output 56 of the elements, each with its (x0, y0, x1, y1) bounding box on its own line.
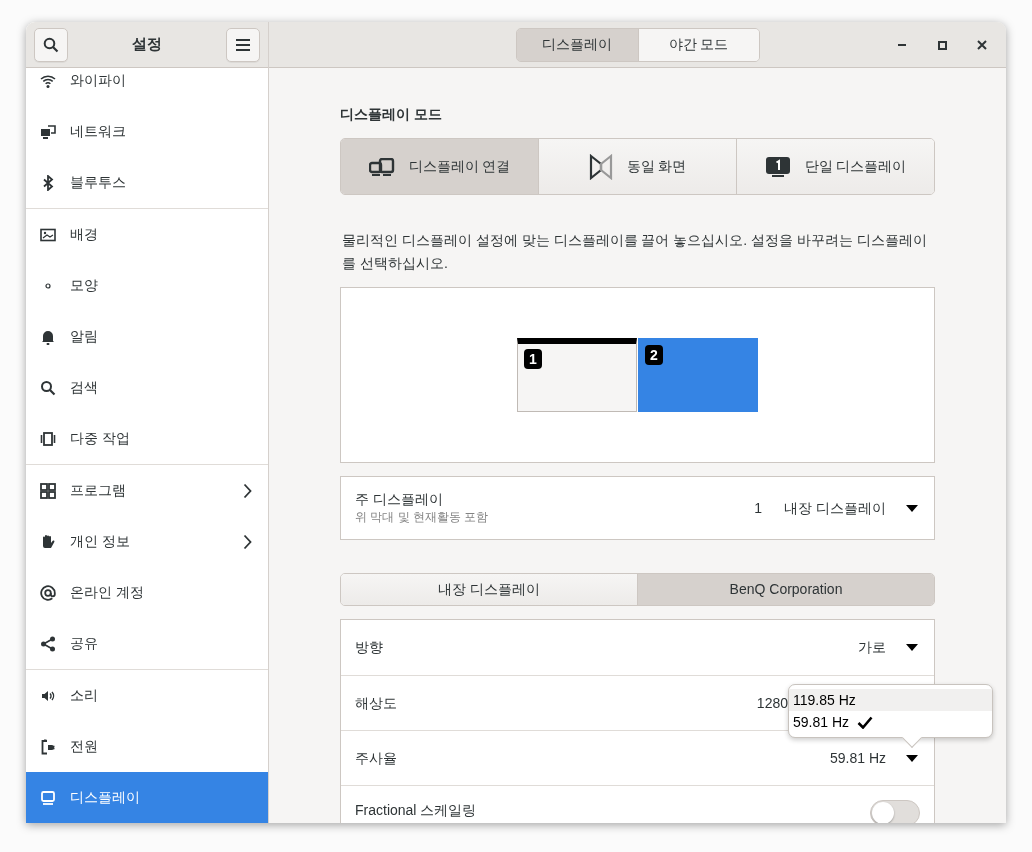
display-mode-button[interactable]: 단일 디스플레이 (736, 139, 934, 194)
monitor-tile[interactable]: 2 (638, 338, 758, 412)
row-label: 주 디스플레이 (355, 490, 444, 508)
search-button[interactable] (34, 27, 68, 62)
maximize-icon (937, 40, 947, 50)
at-sign-icon (40, 584, 56, 601)
mirror-icon (588, 153, 613, 180)
monitor-tile[interactable]: 1 (517, 338, 637, 412)
display-mode-button[interactable]: 디스플레이 연결 (341, 139, 538, 194)
dropdown-arrow-icon (906, 504, 918, 512)
row-subtitle: 위 막대 및 현재활동 포함 (355, 509, 490, 526)
toggle-switch[interactable] (870, 800, 920, 823)
setting-dropdown[interactable]: 59.81 Hz (827, 747, 920, 769)
hand-icon (40, 533, 56, 550)
dropdown-arrow-icon (906, 754, 918, 762)
bell-icon (40, 328, 56, 345)
setting-label: 방향 (355, 638, 384, 657)
checkmark-icon (857, 715, 874, 729)
chevron-right-icon (243, 533, 252, 550)
close-icon (977, 40, 987, 50)
display-tab[interactable]: BenQ Corporation (637, 574, 934, 605)
display-mode-button[interactable]: 동일 화면 (538, 139, 736, 194)
view-tab[interactable]: 디스플레이 (516, 28, 638, 61)
minimize-icon (898, 44, 906, 46)
monitor-number: 2 (645, 345, 663, 365)
single-monitor-icon (764, 155, 791, 178)
menu-icon (235, 37, 251, 52)
menu-button[interactable] (226, 27, 260, 62)
search-icon (40, 379, 56, 396)
two-monitors-icon (368, 157, 395, 176)
popover-option[interactable]: 119.85 Hz (789, 689, 992, 711)
section-heading: 디스플레이 모드 (340, 105, 443, 124)
popover-option[interactable]: 59.81 Hz (789, 711, 992, 733)
setting-label: 주사율 (355, 748, 398, 768)
wifi-icon (40, 72, 56, 89)
view-tab[interactable]: 야간 모드 (637, 28, 759, 61)
setting-value: 1280 (756, 693, 788, 713)
search-icon (43, 36, 59, 53)
battery-plug-icon (40, 738, 56, 755)
setting-dropdown[interactable]: 가로 (856, 637, 920, 658)
monitor-icon (40, 789, 56, 806)
image-icon (40, 226, 56, 243)
setting-label: Fractional 스케일링 (355, 801, 478, 820)
sidebar-item[interactable]: 디스플레이 (26, 772, 268, 823)
grid-icon (40, 482, 56, 499)
share-icon (40, 635, 56, 652)
setting-label: 해상도 (355, 693, 398, 713)
dropdown-arrow-icon (906, 644, 918, 651)
monitor-number: 1 (524, 349, 542, 369)
chevron-right-icon (243, 482, 252, 499)
window-title: 설정 (132, 34, 162, 55)
network-icon (40, 123, 56, 140)
instruction-text: 물리적인 디스플레이 설정에 맞는 디스플레이를 끌어 놓으십시오. 설정을 바꾸려는 디스플레이를 선택하십시오. (342, 231, 928, 273)
primary-display-dropdown[interactable]: 1 내장 디스플레이 (752, 497, 920, 519)
window-stack-icon (40, 430, 56, 447)
display-tab[interactable]: 내장 디스플레이 (341, 574, 637, 605)
